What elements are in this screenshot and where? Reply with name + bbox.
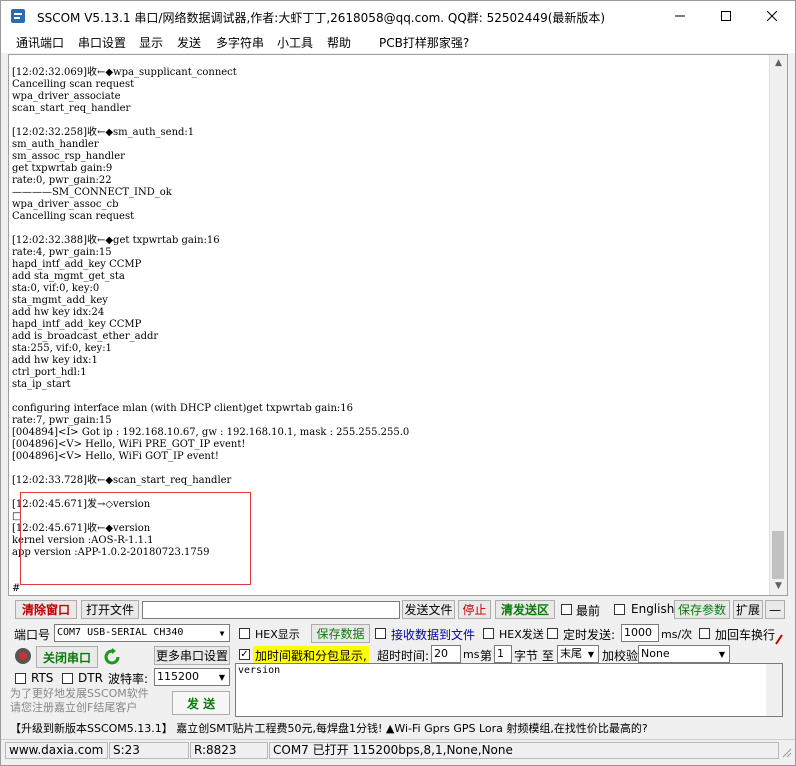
baud-label: 波特率:: [108, 672, 149, 686]
status-website[interactable]: www.daxia.com: [5, 742, 108, 759]
rts-checkbox[interactable]: [15, 673, 26, 684]
save-data-button[interactable]: 保存数据: [311, 624, 370, 643]
checksum-select-value: None: [641, 647, 670, 660]
port-select[interactable]: COM7 USB-SERIAL CH340 ▼: [54, 624, 230, 642]
nth-byte-input[interactable]: 1: [494, 645, 512, 663]
menu-pcb-ad[interactable]: PCB打样那家强?: [379, 34, 469, 51]
send-button[interactable]: 发 送: [172, 691, 230, 715]
last-label: 最前: [576, 604, 601, 618]
dtr-label: DTR: [78, 671, 103, 685]
scroll-down-icon[interactable]: ▼: [770, 578, 787, 595]
app-window: SSCOM V5.13.1 串口/网络数据调试器,作者:大虾丁丁,2618058…: [0, 0, 796, 766]
port-select-value: COM7 USB-SERIAL CH340: [57, 627, 184, 638]
send-input-text: version: [238, 665, 281, 676]
scroll-thumb[interactable]: [772, 531, 784, 579]
menu-display[interactable]: 显示: [139, 34, 163, 51]
timestamp-checkbox[interactable]: ✓: [239, 649, 250, 660]
clear-send-button[interactable]: 清发送区: [495, 600, 555, 619]
status-received-count: R:8823: [190, 742, 268, 759]
english-checkbox[interactable]: [614, 604, 625, 615]
expand-button[interactable]: 扩展: [733, 600, 763, 619]
timeout-input[interactable]: 20: [431, 645, 461, 663]
open-file-button[interactable]: 打开文件: [81, 600, 139, 619]
menu-tools[interactable]: 小工具: [277, 34, 313, 51]
size-grip-icon[interactable]: [780, 746, 792, 758]
timeout-unit-label: ms: [463, 648, 480, 661]
file-path-field[interactable]: [142, 601, 400, 619]
title-bar[interactable]: SSCOM V5.13.1 串口/网络数据调试器,作者:大虾丁丁,2618058…: [1, 1, 795, 31]
close-port-button[interactable]: 关闭串口: [36, 646, 98, 668]
chevron-down-icon: ▼: [218, 672, 226, 682]
window-title: SSCOM V5.13.1 串口/网络数据调试器,作者:大虾丁丁,2618058…: [37, 11, 606, 25]
english-label: English: [631, 602, 675, 616]
scroll-up-icon[interactable]: ▲: [770, 55, 787, 72]
more-serial-settings-button[interactable]: 更多串口设置: [154, 646, 230, 665]
menu-send[interactable]: 发送: [177, 34, 201, 51]
baud-select[interactable]: 115200 ▼: [154, 668, 230, 686]
recv-to-file-checkbox[interactable]: [375, 628, 386, 639]
output-scrollbar[interactable]: ▲ ▼: [769, 55, 787, 595]
timed-unit-label: ms/次: [661, 628, 693, 641]
timeout-label: 超时时间:: [377, 649, 430, 663]
save-params-button[interactable]: 保存参数: [674, 600, 730, 619]
hex-send-checkbox[interactable]: [483, 628, 494, 639]
menu-help[interactable]: 帮助: [327, 34, 351, 51]
menu-bar: 通讯端口 串口设置 显示 发送 多字符串 小工具 帮助 PCB打样那家强?: [1, 31, 795, 53]
timed-send-label: 定时发送:: [563, 628, 616, 642]
menu-multi-string[interactable]: 多字符串: [216, 34, 264, 51]
end-select[interactable]: 末尾 ▼: [557, 645, 599, 663]
baud-select-value: 115200: [157, 670, 199, 683]
hex-send-label: HEX发送: [499, 628, 544, 641]
rts-label: RTS: [31, 671, 54, 685]
clear-window-button[interactable]: 清除窗口: [15, 600, 77, 619]
add-crlf-label: 加回车换行: [715, 628, 776, 642]
checksum-select[interactable]: None ▼: [638, 645, 730, 663]
collapse-button[interactable]: —: [765, 600, 785, 619]
status-bar: www.daxia.com S:23 R:8823 COM7 已打开 11520…: [1, 739, 795, 762]
timed-interval-input[interactable]: 1000: [621, 624, 659, 642]
dtr-checkbox[interactable]: [62, 673, 73, 684]
maximize-icon[interactable]: [703, 1, 749, 31]
stop-button[interactable]: 停止: [458, 600, 491, 619]
send-file-button[interactable]: 发送文件: [402, 600, 455, 619]
promo-text[interactable]: 为了更好地发展SSCOM软件 请您注册嘉立创F结尾客户: [10, 687, 149, 715]
timed-send-checkbox[interactable]: [547, 628, 558, 639]
byte-to-label: 字节 至: [514, 649, 554, 663]
hex-display-checkbox[interactable]: [239, 628, 250, 639]
refresh-icon[interactable]: [103, 648, 121, 666]
app-icon: [11, 9, 25, 23]
chevron-down-icon: ▼: [219, 628, 225, 638]
add-crlf-checkbox[interactable]: [699, 628, 710, 639]
port-status-icon: [15, 648, 31, 664]
send-input[interactable]: version: [235, 663, 783, 717]
send-scrollbar[interactable]: [766, 664, 782, 716]
last-checkbox[interactable]: [561, 604, 572, 615]
hex-display-label: HEX显示: [255, 628, 300, 641]
menu-comm-port[interactable]: 通讯端口: [16, 34, 64, 51]
port-label: 端口号: [14, 628, 51, 642]
status-sent-count: S:23: [109, 742, 189, 759]
close-icon[interactable]: [749, 1, 795, 31]
chevron-down-icon: ▼: [587, 649, 595, 659]
recv-to-file-label: 接收数据到文件: [391, 628, 476, 642]
end-select-value: 末尾: [560, 647, 582, 660]
checksum-label: 加校验: [602, 649, 639, 663]
status-port-info: COM7 已打开 115200bps,8,1,None,None: [269, 742, 779, 759]
resize-grip-icon: [775, 634, 783, 645]
receive-output-area[interactable]: [12:02:32.069]收←◆wpa_supplicant_connect …: [8, 54, 788, 596]
chevron-down-icon: ▼: [718, 649, 726, 659]
ad-banner-text[interactable]: 【升级到新版本SSCOM5.13.1】 嘉立创SMT贴片工程费50元,每焊盘1分…: [10, 720, 648, 736]
minimize-icon[interactable]: [657, 1, 703, 31]
menu-serial-settings[interactable]: 串口设置: [78, 34, 126, 51]
nth-label: 第: [480, 649, 493, 663]
annotation-red-box: [20, 492, 251, 585]
